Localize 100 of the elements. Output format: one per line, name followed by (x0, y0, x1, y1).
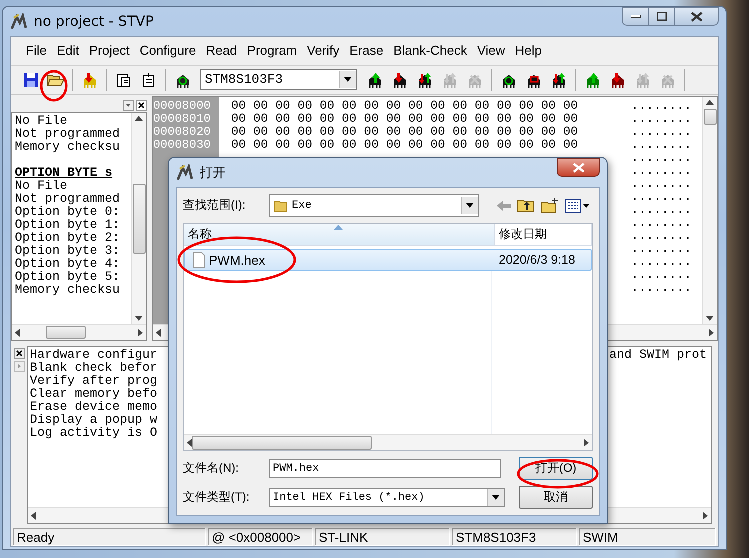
scroll-left-icon[interactable] (156, 328, 162, 336)
hex-bytes: 00 00 00 00 00 00 00 00 00 00 00 00 00 00 00 00 (231, 113, 580, 126)
caret-icon (344, 77, 352, 82)
filename-field[interactable]: PWM.hex (269, 459, 501, 478)
window-title: no project - STVP (34, 14, 154, 30)
field-label: 文件名(N): (183, 460, 240, 477)
scroll-right-icon[interactable] (584, 438, 589, 446)
ascii-text: ........ (631, 152, 692, 165)
scrollbar-thumb[interactable] (132, 184, 146, 254)
scroll-left-icon[interactable] (31, 512, 36, 520)
info-line: Option byte 4: (15, 258, 122, 271)
info-line: No File (15, 180, 69, 193)
ascii-text: ........ (631, 204, 692, 217)
filetype-dropdown[interactable]: Intel HEX Files (*.hex) (269, 488, 505, 507)
minimize-button[interactable] (622, 7, 649, 26)
info-line: Memory checksu (15, 284, 122, 297)
menu-item[interactable]: View (472, 43, 510, 58)
menu-item[interactable]: File (21, 43, 52, 58)
close-button[interactable] (674, 7, 719, 26)
info-line: Option byte 0: (15, 206, 122, 219)
scroll-up-icon[interactable] (135, 116, 144, 121)
scroll-down-icon[interactable] (706, 316, 714, 321)
status-text: @ <0x008000> (208, 528, 313, 546)
folder-dropdown[interactable]: Exe (269, 194, 479, 217)
scroll-up-icon[interactable] (706, 100, 714, 105)
info-line: Option byte 3: (15, 245, 122, 258)
scrollbar-thumb[interactable] (704, 109, 716, 125)
menu-item[interactable]: Verify (302, 43, 345, 58)
status-text: Ready (13, 528, 206, 546)
caret-icon (466, 203, 474, 208)
folder-up-icon[interactable] (517, 198, 535, 213)
ascii-text: ........ (631, 139, 692, 152)
scroll-right-icon[interactable] (703, 512, 708, 520)
ascii-text: ........ (631, 243, 692, 256)
address-cell-text: 00008020 (153, 126, 212, 139)
ascii-text: ........ (631, 217, 692, 230)
new-folder-icon[interactable] (541, 198, 559, 214)
menu-item[interactable]: Read (201, 43, 242, 58)
address-cell-text: 00008030 (153, 139, 212, 152)
menu-item[interactable]: Help (510, 43, 548, 58)
scroll-left-icon[interactable] (15, 328, 20, 336)
menu-item[interactable]: Program (242, 43, 302, 58)
menu-item[interactable]: Erase (344, 43, 389, 58)
log-line: Erase device memo (30, 401, 159, 414)
info-line: Option byte 2: (15, 232, 122, 245)
minimize-icon (630, 15, 640, 18)
info-line: Not programmed (15, 193, 122, 206)
log-line: Display a popup w (30, 414, 159, 427)
file-icon (193, 252, 205, 268)
ascii-text: ........ (631, 191, 692, 204)
log-line: Clear memory befo (30, 388, 159, 401)
app-icon (10, 12, 28, 30)
info-line: Not programmed (15, 128, 122, 141)
scrollbar-thumb[interactable] (46, 326, 86, 339)
dialog-button[interactable]: 取消 (519, 486, 593, 509)
hex-bytes: 00 00 00 00 00 00 00 00 00 00 00 00 00 00 00 00 (231, 126, 580, 139)
close-icon[interactable] (14, 348, 24, 359)
menu-item[interactable]: Blank-Check (388, 43, 472, 58)
file-name: PWM.hex (209, 252, 266, 268)
vertical-scrollbar[interactable] (702, 97, 717, 324)
close-icon[interactable] (136, 100, 148, 110)
dropdown-icon[interactable] (123, 100, 134, 110)
log-line: Hardware configur (30, 349, 159, 362)
menu-item[interactable]: Configure (134, 43, 202, 58)
section-heading: OPTION BYTE s (15, 167, 114, 180)
horizontal-scrollbar[interactable] (184, 434, 592, 450)
ascii-text: ........ (631, 230, 692, 243)
info-line: No File (15, 115, 69, 128)
log-line: Log activity is O (30, 427, 159, 440)
scroll-right-icon[interactable] (138, 328, 144, 336)
scroll-down-icon[interactable] (135, 316, 144, 321)
scrollbar-thumb[interactable] (192, 436, 372, 450)
column-header[interactable]: 名称 (184, 224, 495, 245)
field-label: 查找范围(I): (183, 197, 247, 214)
view-menu-icon[interactable] (565, 198, 591, 212)
ascii-text: ........ (631, 100, 692, 113)
file-row[interactable]: PWM.hex 2020/6/3 9:18 (184, 249, 592, 271)
maximize-button[interactable] (648, 7, 675, 26)
device-dropdown[interactable]: STM8S103F3 (200, 69, 357, 90)
close-icon (572, 162, 584, 172)
menu-item[interactable]: Edit (52, 43, 84, 58)
close-icon (690, 12, 702, 22)
menu-item[interactable]: Project (84, 43, 135, 58)
status-text: ST-LINK (315, 528, 450, 546)
vertical-scrollbar[interactable] (131, 113, 146, 324)
highlight-ellipse-overlay (40, 70, 68, 102)
status-text: SWIM (579, 528, 716, 546)
horizontal-scrollbar[interactable] (12, 324, 146, 340)
info-line: Memory checksu (15, 141, 122, 154)
close-button[interactable] (557, 158, 600, 177)
folder-icon (274, 198, 288, 212)
info-line: Option byte 5: (15, 271, 122, 284)
maximize-icon (656, 12, 666, 21)
scroll-right-icon[interactable] (709, 328, 714, 336)
ascii-text: ........ (631, 269, 692, 282)
info-line: Option byte 1: (15, 219, 122, 232)
status-text: STM8S103F3 (452, 528, 577, 546)
address-cell-text: 00008000 (153, 100, 212, 113)
ascii-text: ........ (631, 126, 692, 139)
ascii-text: ........ (631, 165, 692, 178)
